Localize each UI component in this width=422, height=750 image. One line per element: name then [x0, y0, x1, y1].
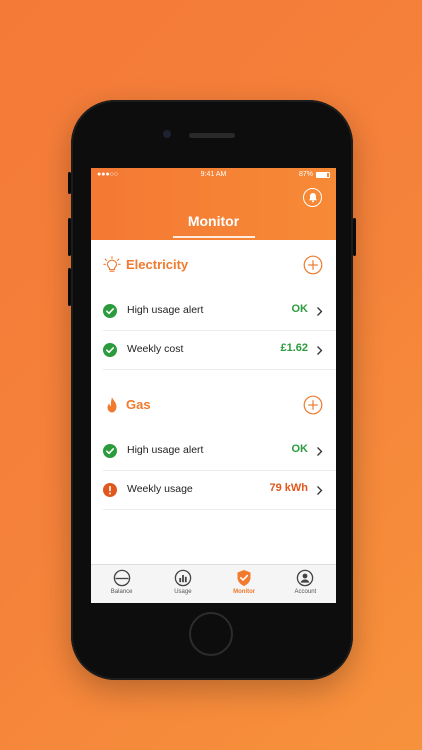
- bar-chart-icon: [174, 569, 192, 587]
- chevron-right-icon: [317, 346, 323, 355]
- section-title-gas: Gas: [126, 397, 151, 412]
- flame-icon: [107, 397, 117, 413]
- row-label: Weekly usage: [127, 483, 193, 495]
- electricity-high-usage-row[interactable]: High usage alert OK: [103, 292, 336, 331]
- tab-monitor[interactable]: Monitor: [214, 565, 275, 603]
- gas-weekly-usage-row[interactable]: Weekly usage 79 kWh: [103, 471, 336, 510]
- battery-level: [317, 173, 328, 177]
- check-circle-icon: [103, 304, 117, 318]
- battery-percent: 87%: [298, 171, 313, 178]
- tab-label: Monitor: [233, 589, 256, 595]
- page-title: Monitor: [187, 213, 240, 229]
- check-circle-icon: [103, 444, 117, 458]
- check-circle-icon: [103, 343, 117, 357]
- row-value: OK: [291, 443, 309, 455]
- app-header: ●●●○○ 9:41 AM 87% Monitor: [91, 168, 336, 240]
- add-electricity-alert-button[interactable]: [303, 255, 323, 275]
- volume-up-button: [68, 218, 71, 256]
- active-tab-indicator: [173, 236, 255, 238]
- app-screen: ●●●○○ 9:41 AM 87% Monitor Electricity Hi…: [91, 168, 336, 603]
- tab-label: Balance: [110, 589, 133, 595]
- status-bar: ●●●○○ 9:41 AM 87%: [91, 168, 336, 182]
- bell-icon: [308, 193, 317, 203]
- section-header-gas: Gas: [91, 384, 336, 432]
- electricity-weekly-cost-row[interactable]: Weekly cost £1.62: [103, 331, 336, 370]
- mute-switch: [68, 172, 71, 194]
- lightbulb-icon: [103, 256, 121, 272]
- chevron-right-icon: [317, 307, 323, 316]
- gas-high-usage-row[interactable]: High usage alert OK: [103, 432, 336, 471]
- shield-check-icon: [237, 570, 251, 586]
- user-icon: [297, 569, 314, 587]
- earpiece-speaker: [189, 133, 235, 138]
- monitor-list: Electricity High usage alert OK Weekly c…: [91, 240, 336, 510]
- gauge-icon: [113, 569, 130, 587]
- chevron-right-icon: [317, 486, 323, 495]
- tab-balance[interactable]: Balance: [91, 565, 152, 603]
- add-gas-alert-button[interactable]: [303, 395, 323, 415]
- tab-label: Account: [294, 589, 317, 595]
- section-header-electricity: Electricity: [91, 240, 336, 292]
- phone-frame: ●●●○○ 9:41 AM 87% Monitor Electricity Hi…: [68, 100, 356, 680]
- row-value: £1.62: [280, 342, 308, 354]
- row-value: 79 kWh: [269, 482, 308, 494]
- tab-label: Usage: [174, 589, 192, 595]
- tab-account[interactable]: Account: [275, 565, 336, 603]
- front-camera: [163, 130, 171, 138]
- battery-icon: [316, 172, 330, 178]
- warning-circle-icon: [103, 483, 117, 497]
- notifications-button[interactable]: [303, 188, 322, 207]
- row-value: OK: [291, 303, 309, 315]
- tab-bar: Balance Usage Monitor Account: [91, 564, 336, 603]
- row-label: High usage alert: [127, 444, 204, 456]
- home-button[interactable]: [189, 612, 233, 656]
- row-label: High usage alert: [127, 304, 204, 316]
- power-button: [353, 218, 356, 256]
- row-label: Weekly cost: [127, 343, 184, 355]
- battery-status: 87%: [299, 168, 330, 182]
- volume-down-button: [68, 268, 71, 306]
- section-title-electricity: Electricity: [126, 257, 189, 272]
- chevron-right-icon: [317, 447, 323, 456]
- tab-usage[interactable]: Usage: [152, 565, 213, 603]
